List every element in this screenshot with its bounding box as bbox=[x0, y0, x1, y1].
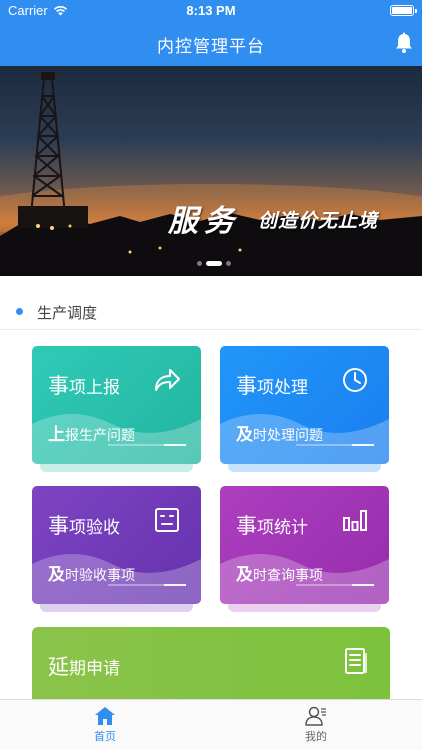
carousel-dot[interactable] bbox=[197, 261, 202, 266]
card-underline bbox=[296, 584, 374, 586]
card-subtitle: 上报生产问题 bbox=[48, 425, 135, 445]
accept-item-card[interactable]: 事项验收 及时验收事项 bbox=[32, 486, 201, 604]
card-underline bbox=[108, 584, 186, 586]
card-shadow bbox=[40, 604, 193, 612]
card-shadow bbox=[228, 464, 381, 472]
card-title: 事项统计 bbox=[236, 514, 308, 538]
page-title: 内控管理平台 bbox=[157, 37, 265, 57]
section-header: 生产调度 bbox=[0, 290, 422, 330]
checklist-box-icon bbox=[155, 508, 179, 532]
share-arrow-icon bbox=[155, 369, 180, 391]
tab-home[interactable]: 首页 bbox=[75, 706, 135, 744]
card-underline bbox=[296, 444, 374, 446]
card-shadow bbox=[40, 464, 193, 472]
card-title: 事项验收 bbox=[48, 514, 120, 538]
bar-chart-icon bbox=[343, 510, 367, 531]
tab-mine-label: 我的 bbox=[305, 730, 327, 743]
section-bullet bbox=[16, 308, 23, 315]
status-bar: Carrier 8:13 PM bbox=[0, 0, 422, 22]
bell-icon[interactable] bbox=[394, 32, 414, 54]
oil-rig-sunset-image bbox=[0, 72, 422, 276]
card-subtitle: 及时查询事项 bbox=[236, 565, 323, 585]
home-icon bbox=[95, 707, 115, 725]
tab-home-label: 首页 bbox=[94, 730, 116, 743]
document-list-icon bbox=[345, 648, 367, 674]
handle-issue-card[interactable]: 事项处理 及时处理问题 bbox=[220, 346, 389, 464]
statistics-card[interactable]: 事项统计 及时查询事项 bbox=[220, 486, 389, 604]
card-subtitle: 及时验收事项 bbox=[48, 565, 135, 585]
banner-slogan-sub: 创造价无止境 bbox=[258, 210, 379, 232]
clock-icon bbox=[343, 368, 367, 392]
extension-request-card[interactable]: 延期申请 bbox=[32, 627, 390, 699]
card-title: 事项上报 bbox=[48, 374, 120, 398]
card-shadow bbox=[228, 604, 381, 612]
report-issue-card[interactable]: 事项上报 上报生产问题 bbox=[32, 346, 201, 464]
banner-slogan-main: 服务 bbox=[168, 204, 240, 239]
battery-icon bbox=[390, 5, 417, 16]
navigation-bar: Carrier 8:13 PM 内控管理平台 bbox=[0, 0, 422, 66]
tab-mine[interactable]: 我的 bbox=[286, 706, 346, 744]
card-subtitle: 及时处理问题 bbox=[236, 425, 323, 445]
banner-carousel[interactable]: 服务 创造价无止境 bbox=[0, 66, 422, 276]
card-title: 延期申请 bbox=[48, 655, 120, 679]
tab-bar: 首页 我的 bbox=[0, 699, 422, 750]
card-underline bbox=[108, 444, 186, 446]
user-profile-icon bbox=[305, 706, 326, 726]
carousel-dot[interactable] bbox=[226, 261, 231, 266]
section-title: 生产调度 bbox=[37, 304, 98, 322]
card-title: 事项处理 bbox=[236, 374, 308, 398]
carousel-dot-active[interactable] bbox=[206, 261, 222, 266]
status-time: 8:13 PM bbox=[186, 3, 236, 18]
carousel-page-indicator[interactable] bbox=[197, 261, 231, 266]
